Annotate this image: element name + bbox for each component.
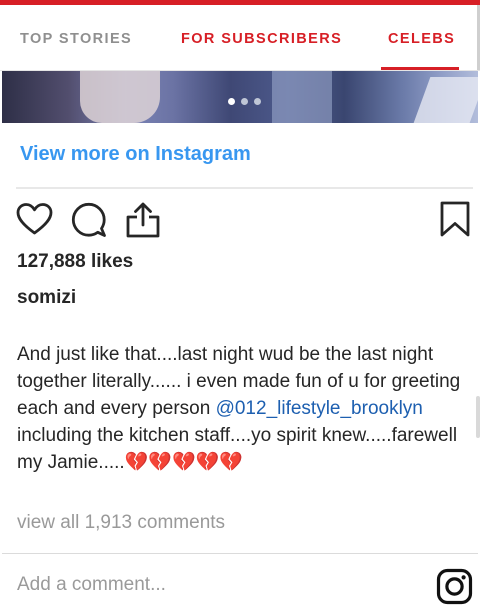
image-region [80, 71, 160, 123]
post-username[interactable]: somizi [17, 287, 76, 309]
carousel-dots [228, 92, 267, 110]
view-all-comments-link[interactable]: view all 1,913 comments [17, 512, 225, 534]
instagram-logo-icon[interactable] [436, 568, 473, 605]
section-nav: TOP STORIES FOR SUBSCRIBERS CELEBS [0, 5, 480, 71]
caption-mention-link[interactable]: @012_lifestyle_brooklyn [216, 398, 423, 419]
carousel-dot[interactable] [241, 98, 248, 105]
comment-input[interactable] [17, 574, 417, 596]
carousel-dot-active[interactable] [228, 98, 235, 105]
view-more-instagram-link[interactable]: View more on Instagram [20, 143, 251, 166]
comment-icon[interactable] [70, 201, 108, 239]
divider [16, 187, 473, 189]
tab-celebs[interactable]: CELEBS [388, 31, 455, 47]
broken-heart-icon: 💔💔💔💔💔 [124, 452, 243, 473]
tab-top-stories[interactable]: TOP STORIES [20, 31, 132, 47]
scrollbar-thumb[interactable] [476, 396, 480, 438]
share-icon[interactable] [125, 201, 161, 239]
image-region [413, 77, 478, 123]
tab-for-subscribers[interactable]: FOR SUBSCRIBERS [181, 31, 342, 47]
likes-count[interactable]: 127,888 likes [17, 251, 133, 273]
post-image[interactable] [2, 71, 478, 123]
bookmark-icon[interactable] [438, 200, 472, 238]
image-region [272, 71, 332, 123]
active-tab-indicator [381, 67, 459, 70]
carousel-dot[interactable] [254, 98, 261, 105]
heart-icon[interactable] [16, 202, 53, 236]
post-caption: And just like that....last night wud be … [17, 341, 469, 476]
